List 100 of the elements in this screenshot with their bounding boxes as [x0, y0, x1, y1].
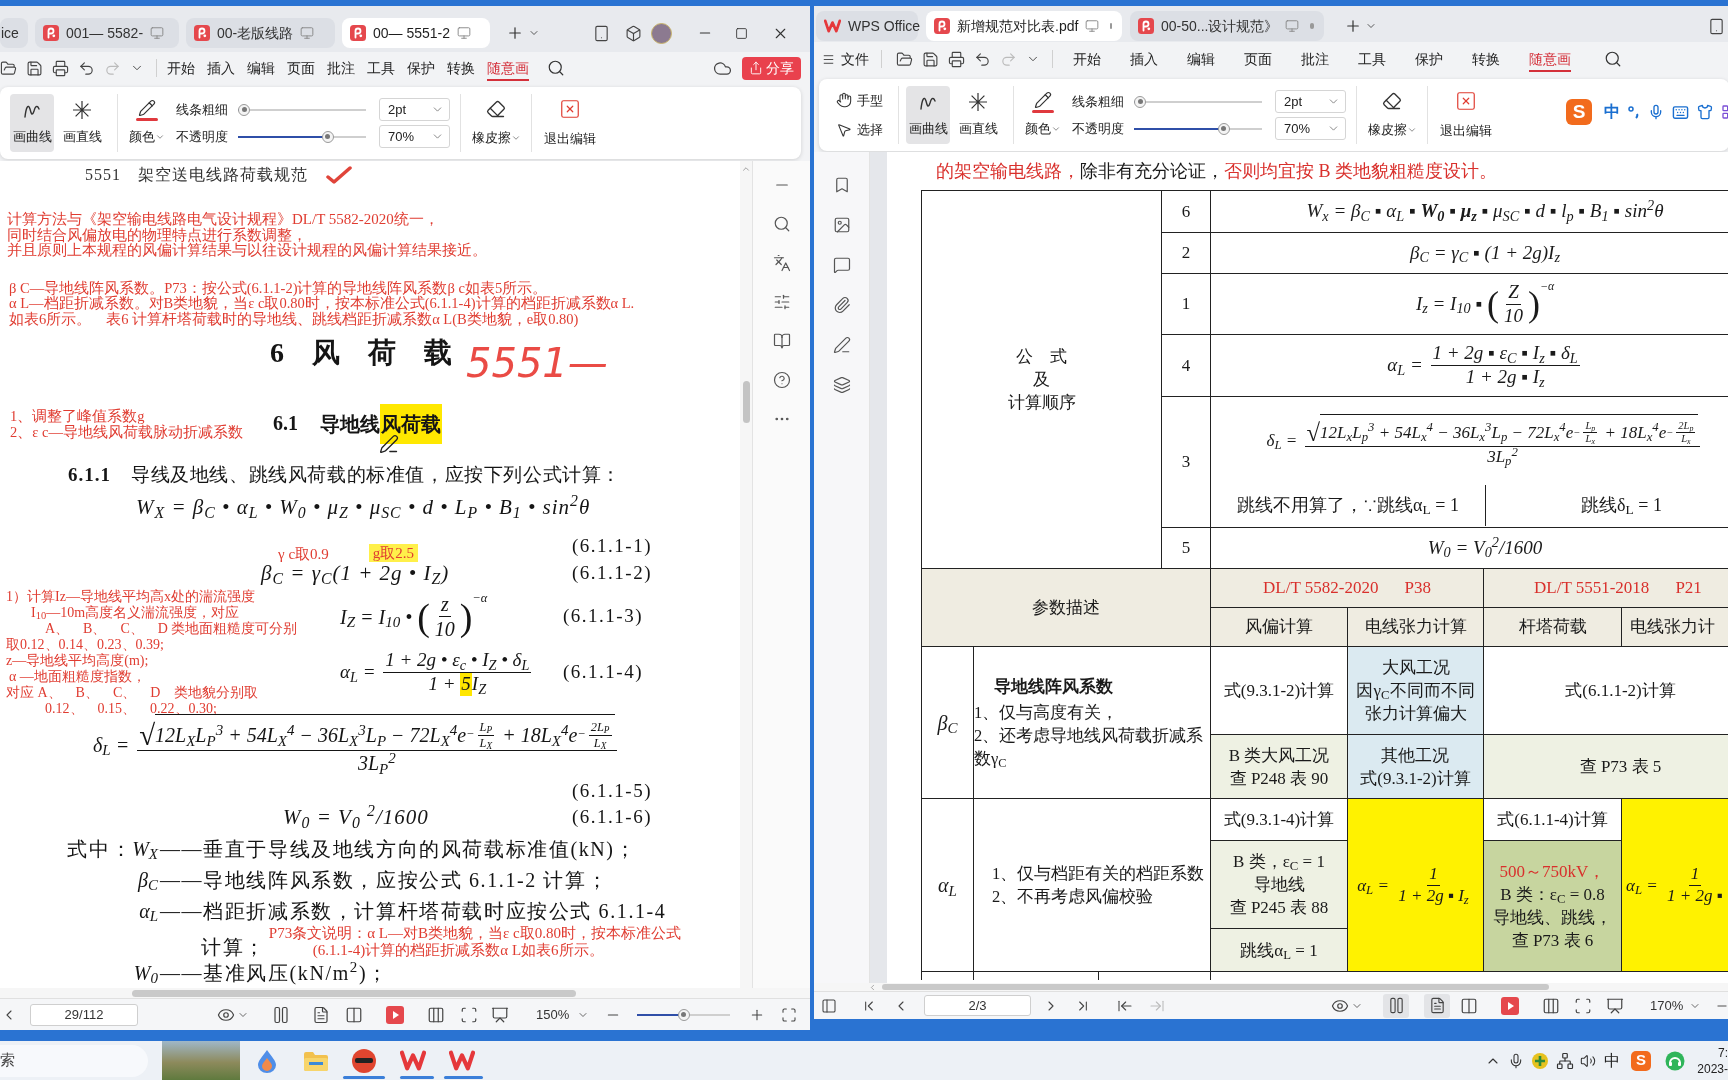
save-icon[interactable] — [26, 59, 43, 77]
menu-tab[interactable]: 随意画 — [1529, 46, 1571, 72]
page-number-field[interactable]: 29/112 — [30, 1003, 138, 1026]
document-tab[interactable]: ice — [0, 18, 28, 48]
menu-tab[interactable]: 页面 — [1244, 46, 1272, 72]
plus-circle-icon[interactable] — [1531, 1051, 1549, 1070]
help-icon[interactable] — [772, 371, 791, 389]
network-icon[interactable] — [1556, 1051, 1574, 1070]
presentation-icon[interactable] — [1606, 996, 1624, 1015]
play-icon[interactable] — [1501, 996, 1519, 1015]
select-tool-button[interactable]: 选择 — [836, 120, 883, 140]
single-page-button[interactable] — [1424, 993, 1450, 1018]
scrollbar-thumb[interactable] — [132, 989, 576, 997]
eraser-button[interactable]: 橡皮擦 — [1365, 86, 1419, 144]
two-page-icon[interactable] — [1460, 996, 1478, 1015]
microphone-icon[interactable] — [1508, 1052, 1524, 1069]
punctuation-icon[interactable] — [1628, 105, 1640, 119]
fit-page-icon[interactable] — [460, 1005, 478, 1024]
menu-tab[interactable]: 保护 — [1415, 46, 1443, 72]
zigzag-logo-icon[interactable] — [400, 1050, 426, 1071]
fullscreen-icon[interactable] — [781, 1006, 798, 1023]
avatar-icon[interactable] — [651, 22, 672, 44]
exit-edit-button[interactable]: 退出编辑 — [1438, 86, 1494, 144]
opacity-dropdown[interactable]: 70% — [379, 125, 450, 148]
draw-line-button[interactable]: 画直线 — [60, 94, 104, 152]
menu-tab[interactable]: 保护 — [407, 55, 435, 81]
presentation-icon[interactable] — [491, 1005, 509, 1024]
two-page-icon[interactable] — [345, 1005, 363, 1024]
document-tab[interactable]: 00-老版线路 — [186, 18, 335, 48]
opacity-dropdown[interactable]: 70% — [1275, 117, 1346, 140]
menu-tab[interactable]: 编辑 — [1187, 46, 1215, 72]
thickness-slider[interactable] — [1134, 94, 1262, 109]
input-mode-toggle[interactable]: 中 — [1604, 100, 1620, 124]
draw-line-button[interactable]: 画直线 — [956, 86, 1000, 144]
document-tab[interactable]: 00-50...设计规范》 — [1130, 11, 1324, 41]
zigzag-logo-icon[interactable] — [824, 19, 841, 33]
menu-tab[interactable]: 批注 — [327, 55, 355, 81]
sidebar-toggle-icon[interactable] — [821, 997, 837, 1014]
menu-tab[interactable]: 开始 — [1073, 46, 1101, 72]
menu-tab[interactable]: 转换 — [1472, 46, 1500, 72]
draw-curve-button[interactable]: 画曲线 — [906, 86, 950, 144]
pen-icon[interactable] — [832, 336, 851, 354]
document-tab[interactable]: 新增规范对比表.pdf — [926, 11, 1122, 41]
document-tab[interactable]: WPS Office — [816, 11, 918, 41]
share-button[interactable]: 分享 — [742, 56, 801, 80]
menu-tab[interactable]: 页面 — [287, 55, 315, 81]
folder-icon[interactable] — [896, 50, 913, 68]
document-tab[interactable]: 001— 5582- — [35, 18, 179, 48]
zoom-dropdown[interactable]: 170% — [1650, 995, 1702, 1016]
scrollbar-thumb[interactable] — [742, 381, 750, 423]
menu-tab[interactable]: 工具 — [367, 55, 395, 81]
exit-edit-button[interactable]: 退出编辑 — [542, 94, 598, 152]
draw-curve-button[interactable]: 画曲线 — [10, 94, 54, 152]
input-language[interactable]: 中 — [1604, 1048, 1620, 1073]
tablet-icon[interactable] — [1708, 17, 1725, 35]
scrollbar-thumb[interactable] — [882, 984, 1549, 990]
maximize-icon[interactable] — [735, 26, 748, 40]
continuous-scroll-icon[interactable] — [272, 1005, 290, 1024]
translate-icon[interactable] — [772, 254, 791, 272]
new-tab-icon[interactable] — [1344, 17, 1362, 35]
color-button[interactable]: 颜色 — [129, 94, 165, 152]
play-icon[interactable] — [386, 1005, 404, 1024]
menu-tab[interactable]: 插入 — [1130, 46, 1158, 72]
file-menu-button[interactable]: 文件 — [822, 48, 869, 70]
undo-icon[interactable] — [78, 59, 95, 77]
menu-tab[interactable]: 插入 — [207, 55, 235, 81]
image-icon[interactable] — [832, 216, 851, 234]
menu-tab[interactable]: 批注 — [1301, 46, 1329, 72]
fit-page-icon[interactable] — [1574, 996, 1592, 1015]
document-tab[interactable]: 00— 5551-2 — [342, 18, 490, 48]
opacity-slider[interactable] — [238, 129, 366, 144]
search-icon[interactable] — [1604, 50, 1622, 68]
menu-tab[interactable]: 随意画 — [487, 55, 529, 81]
book-icon[interactable] — [772, 332, 791, 350]
paperclip-icon[interactable] — [832, 296, 851, 314]
search-icon[interactable] — [547, 59, 565, 77]
search-field[interactable]: 索 — [0, 1044, 148, 1077]
print-icon[interactable] — [52, 59, 69, 77]
thickness-dropdown[interactable]: 2pt — [379, 98, 450, 121]
sliders-icon[interactable] — [772, 293, 791, 311]
menu-tab[interactable]: 编辑 — [247, 55, 275, 81]
page-width-icon[interactable] — [1542, 996, 1560, 1015]
eraser-button[interactable]: 橡皮擦 — [469, 94, 523, 152]
comment-icon[interactable] — [832, 256, 851, 274]
hand-tool-button[interactable]: 手型 — [836, 90, 883, 110]
keyboard-icon[interactable] — [1672, 103, 1689, 121]
opacity-slider[interactable] — [1134, 121, 1262, 136]
zoom-slider[interactable] — [637, 1007, 731, 1022]
menu-tab[interactable]: 工具 — [1358, 46, 1386, 72]
layers-icon[interactable] — [832, 376, 851, 394]
print-icon[interactable] — [948, 50, 965, 68]
folder-icon[interactable] — [0, 59, 17, 77]
new-tab-icon[interactable] — [506, 24, 524, 42]
page-number-field[interactable]: 2/3 — [924, 995, 1031, 1016]
thickness-slider[interactable] — [238, 102, 366, 117]
round-app-icon[interactable] — [351, 1047, 377, 1074]
menu-tab[interactable]: 开始 — [167, 55, 195, 81]
headset-icon[interactable] — [1665, 1050, 1685, 1071]
undo-icon[interactable] — [974, 50, 991, 68]
continuous-scroll-button[interactable] — [1383, 993, 1409, 1018]
